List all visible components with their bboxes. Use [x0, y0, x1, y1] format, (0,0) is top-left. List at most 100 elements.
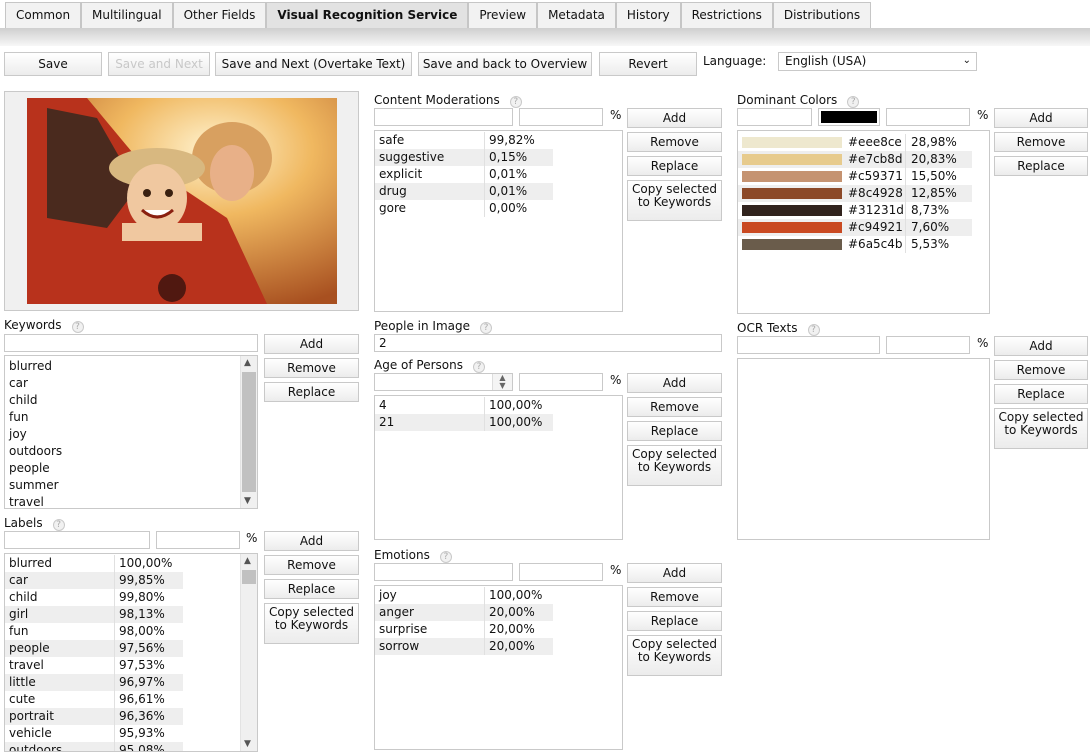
moderations-replace-button[interactable]: Replace: [627, 156, 722, 176]
list-item[interactable]: fun: [5, 409, 257, 426]
save-button[interactable]: Save: [4, 52, 102, 76]
keywords-remove-button[interactable]: Remove: [264, 358, 359, 378]
color-percent-input[interactable]: [886, 108, 970, 126]
list-item[interactable]: car: [5, 375, 257, 392]
labels-add-button[interactable]: Add: [264, 531, 359, 551]
table-row[interactable]: child 99,80%: [5, 589, 183, 606]
people-count-input[interactable]: 2: [374, 334, 722, 352]
language-select[interactable]: English (USA) ⌄: [778, 52, 977, 71]
help-icon[interactable]: ?: [52, 519, 65, 531]
table-row[interactable]: vehicle 95,93%: [5, 725, 183, 742]
label-input[interactable]: [4, 531, 150, 549]
table-row[interactable]: portrait 96,36%: [5, 708, 183, 725]
help-icon[interactable]: ?: [472, 361, 485, 373]
keywords-list[interactable]: blurred car child fun joy outdoors peopl…: [4, 355, 258, 509]
table-row[interactable]: girl 98,13%: [5, 606, 183, 623]
table-row[interactable]: #eee8ce 28,98%: [738, 134, 972, 151]
table-row[interactable]: #e7cb8d 20,83%: [738, 151, 972, 168]
list-item[interactable]: joy: [5, 426, 257, 443]
ocr-list[interactable]: [737, 358, 990, 540]
help-icon[interactable]: ?: [807, 324, 820, 336]
table-row[interactable]: people 97,56%: [5, 640, 183, 657]
table-row[interactable]: cute 96,61%: [5, 691, 183, 708]
tab-metadata[interactable]: Metadata: [537, 2, 616, 28]
emotions-add-button[interactable]: Add: [627, 563, 722, 583]
table-row[interactable]: 4 100,00%: [375, 397, 553, 414]
age-table[interactable]: 4 100,00% 21 100,00%: [374, 395, 623, 540]
table-row[interactable]: safe 99,82%: [375, 132, 553, 149]
stepper-arrows-icon[interactable]: ▲ ▼: [492, 374, 512, 390]
emotion-input[interactable]: [374, 563, 513, 581]
ocr-replace-button[interactable]: Replace: [994, 384, 1088, 404]
keywords-replace-button[interactable]: Replace: [264, 382, 359, 402]
ocr-input[interactable]: [737, 336, 880, 354]
scroll-down-icon[interactable]: ▼: [244, 739, 251, 749]
colors-add-button[interactable]: Add: [994, 108, 1088, 128]
age-stepper[interactable]: ▲ ▼: [374, 373, 513, 391]
table-row[interactable]: suggestive 0,15%: [375, 149, 553, 166]
labels-replace-button[interactable]: Replace: [264, 579, 359, 599]
table-row[interactable]: joy 100,00%: [375, 587, 553, 604]
table-row[interactable]: car 99,85%: [5, 572, 183, 589]
table-row[interactable]: drug 0,01%: [375, 183, 553, 200]
labels-copy-button[interactable]: Copy selected to Keywords: [264, 603, 359, 644]
emotions-copy-button[interactable]: Copy selected to Keywords: [627, 635, 722, 676]
colors-remove-button[interactable]: Remove: [994, 132, 1088, 152]
revert-button[interactable]: Revert: [599, 52, 697, 76]
moderations-remove-button[interactable]: Remove: [627, 132, 722, 152]
age-replace-button[interactable]: Replace: [627, 421, 722, 441]
emotions-remove-button[interactable]: Remove: [627, 587, 722, 607]
table-row[interactable]: #c94921 7,60%: [738, 219, 972, 236]
tab-common[interactable]: Common: [5, 2, 82, 28]
age-percent-input[interactable]: [519, 373, 603, 391]
ocr-add-button[interactable]: Add: [994, 336, 1088, 356]
table-row[interactable]: anger 20,00%: [375, 604, 553, 621]
save-and-back-button[interactable]: Save and back to Overview: [418, 52, 592, 76]
tab-distributions[interactable]: Distributions: [772, 2, 872, 28]
scroll-up-icon[interactable]: ▲: [244, 556, 251, 566]
scroll-up-icon[interactable]: ▲: [244, 358, 251, 368]
keywords-scrollbar[interactable]: ▲ ▼: [240, 356, 257, 508]
labels-remove-button[interactable]: Remove: [264, 555, 359, 575]
list-item[interactable]: summer: [5, 477, 257, 494]
table-row[interactable]: surprise 20,00%: [375, 621, 553, 638]
table-row[interactable]: outdoors 95,08%: [5, 742, 183, 751]
table-row[interactable]: #c59371 15,50%: [738, 168, 972, 185]
table-row[interactable]: #8c4928 12,85%: [738, 185, 972, 202]
tab-restrictions[interactable]: Restrictions: [680, 2, 773, 28]
scroll-thumb[interactable]: [242, 570, 256, 584]
table-row[interactable]: travel 97,53%: [5, 657, 183, 674]
help-icon[interactable]: ?: [847, 96, 860, 108]
moderations-table[interactable]: safe 99,82% suggestive 0,15% explicit 0,01%…: [374, 130, 623, 312]
tab-history[interactable]: History: [615, 2, 681, 28]
table-row[interactable]: #31231d 8,73%: [738, 202, 972, 219]
list-item[interactable]: blurred: [5, 358, 257, 375]
labels-table[interactable]: blurred 100,00% car 99,85% child 99,80% gir…: [4, 553, 258, 752]
help-icon[interactable]: ?: [480, 322, 493, 334]
keyword-input[interactable]: [4, 334, 258, 352]
colors-table[interactable]: #eee8ce 28,98% #e7cb8d 20,83% #c59371 15,50…: [737, 130, 990, 314]
color-picker[interactable]: [818, 108, 880, 126]
save-and-next-overtake-button[interactable]: Save and Next (Overtake Text): [215, 52, 412, 76]
emotions-table[interactable]: joy 100,00% anger 20,00% surprise 20,00% so…: [374, 585, 623, 750]
moderation-input[interactable]: [374, 108, 513, 126]
scroll-thumb[interactable]: [242, 372, 256, 492]
ocr-percent-input[interactable]: [886, 336, 970, 354]
tab-visual-recognition-service[interactable]: Visual Recognition Service: [266, 2, 469, 28]
color-hex-input[interactable]: [737, 108, 812, 126]
table-row[interactable]: explicit 0,01%: [375, 166, 553, 183]
label-percent-input[interactable]: [156, 531, 240, 549]
table-row[interactable]: 21 100,00%: [375, 414, 553, 431]
help-icon[interactable]: ?: [439, 551, 452, 563]
table-row[interactable]: little 96,97%: [5, 674, 183, 691]
table-row[interactable]: gore 0,00%: [375, 200, 553, 217]
tab-preview[interactable]: Preview: [468, 2, 538, 28]
age-copy-button[interactable]: Copy selected to Keywords: [627, 445, 722, 486]
table-row[interactable]: blurred 100,00%: [5, 555, 183, 572]
table-row[interactable]: fun 98,00%: [5, 623, 183, 640]
tab-other-fields[interactable]: Other Fields: [172, 2, 267, 28]
list-item[interactable]: child: [5, 392, 257, 409]
emotion-percent-input[interactable]: [519, 563, 603, 581]
colors-replace-button[interactable]: Replace: [994, 156, 1088, 176]
table-row[interactable]: sorrow 20,00%: [375, 638, 553, 655]
